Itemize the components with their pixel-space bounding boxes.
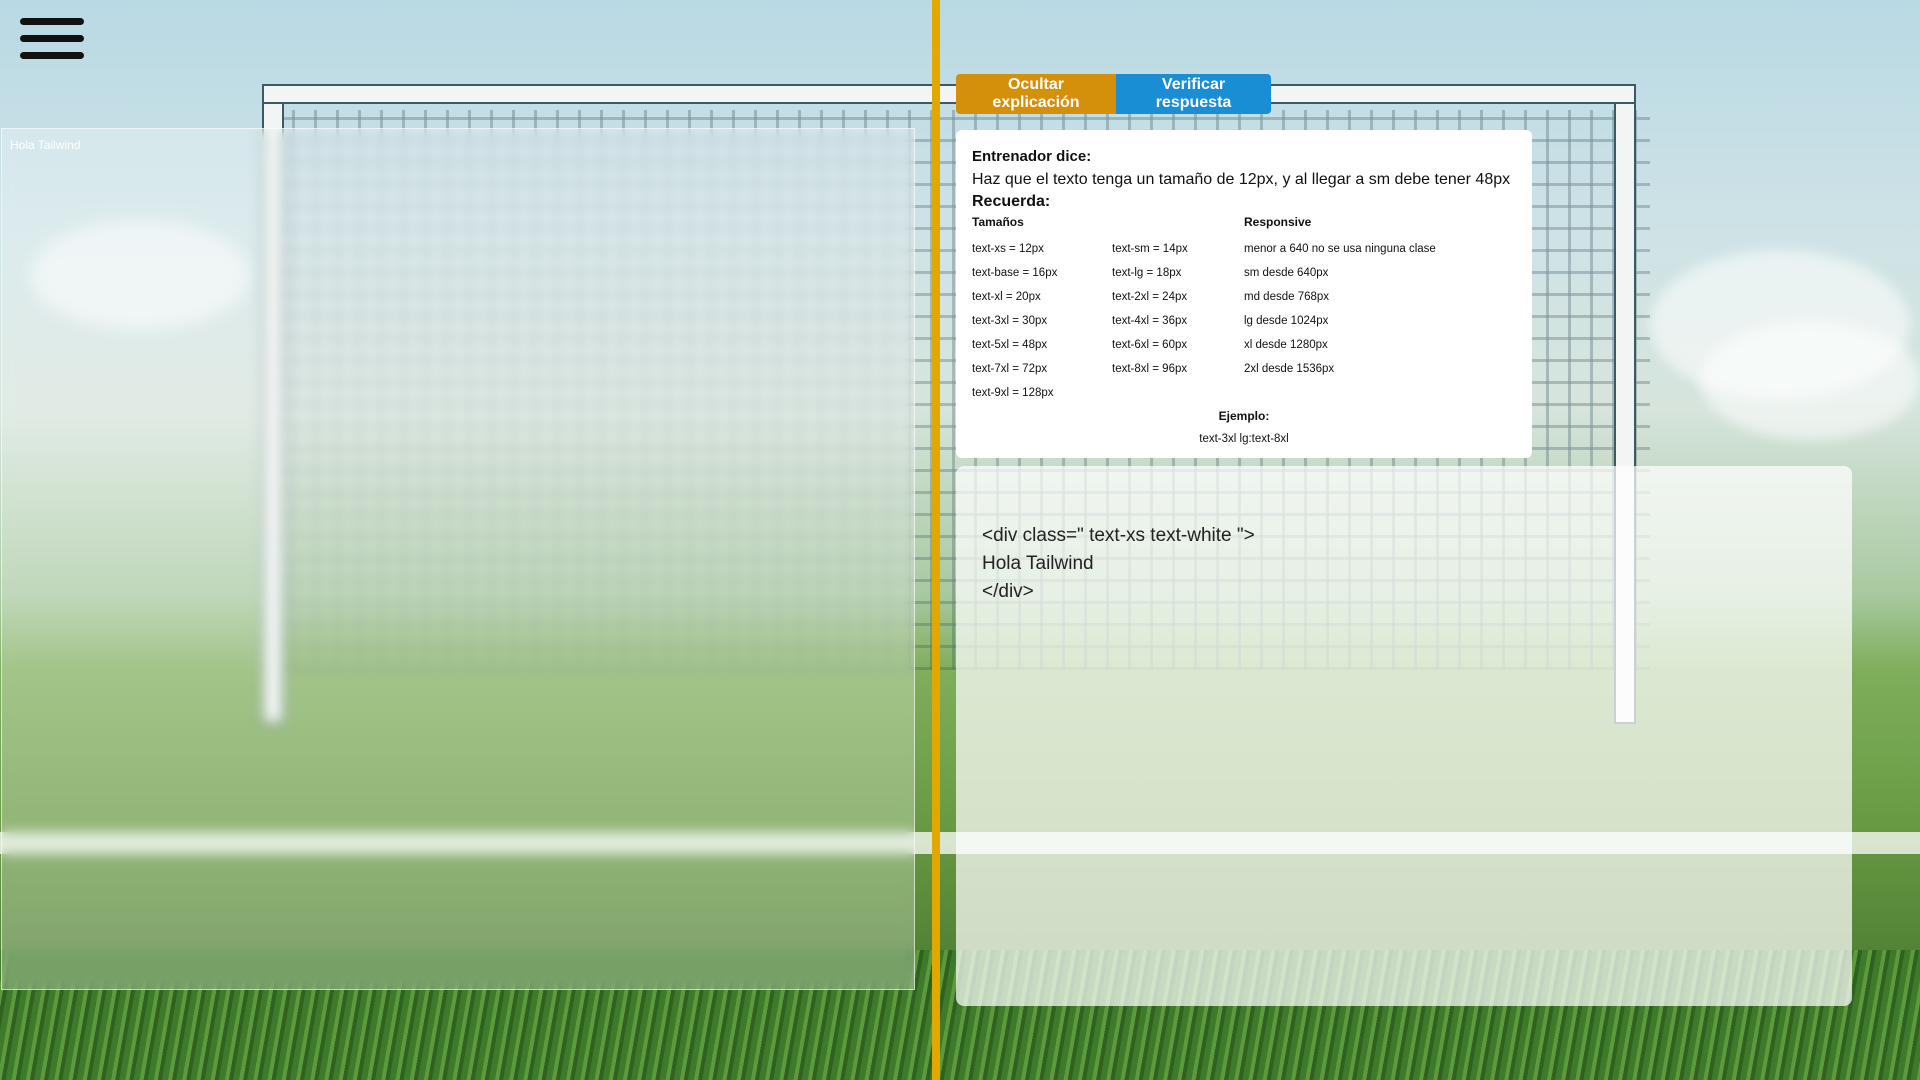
code-editor[interactable]: <div class=" text-xs text-white "> Hola … [956, 466, 1852, 1006]
size-item: text-6xl = 60px [1112, 339, 1188, 351]
explanation-card: Entrenador dice: Haz que el texto tenga … [956, 130, 1532, 458]
responsive-title: Responsive [1244, 215, 1312, 229]
size-item: text-3xl = 30px [972, 315, 1048, 327]
responsive-item: 2xl desde 1536px [1244, 363, 1335, 375]
size-item: text-xs = 12px [972, 243, 1044, 255]
hide-explanation-button[interactable]: Ocultar explicación [956, 74, 1116, 114]
size-item: text-4xl = 36px [1112, 315, 1188, 327]
responsive-item: lg desde 1024px [1244, 315, 1329, 327]
preview-panel: Hola Tailwind [1, 128, 915, 990]
size-item: text-2xl = 24px [1112, 291, 1188, 303]
coach-title: Entrenador dice: [972, 148, 1092, 165]
size-item: text-8xl = 96px [1112, 363, 1188, 375]
menu-bar [20, 35, 84, 42]
verify-answer-button[interactable]: Verificar respuesta [1116, 74, 1271, 114]
remember-title: Recuerda: [972, 193, 1051, 210]
menu-bar [20, 52, 84, 59]
code-line[interactable]: </div> [982, 578, 1826, 606]
responsive-column: Responsive menor a 640 no se usa ninguna… [1244, 215, 1504, 405]
split-divider[interactable] [932, 0, 940, 1080]
size-item: text-xl = 20px [972, 291, 1041, 303]
code-line[interactable]: Hola Tailwind [982, 550, 1826, 578]
responsive-item: md desde 768px [1244, 291, 1330, 303]
example-code: text-3xl lg:text-8xl [1199, 433, 1289, 445]
preview-text: Hola Tailwind [10, 138, 81, 152]
responsive-item: sm desde 640px [1244, 267, 1329, 279]
size-item: text-7xl = 72px [972, 363, 1048, 375]
size-item: text-base = 16px [972, 267, 1058, 279]
hamburger-menu-icon[interactable] [20, 18, 84, 66]
responsive-item: xl desde 1280px [1244, 339, 1328, 351]
code-line[interactable]: <div class=" text-xs text-white "> [982, 522, 1826, 550]
sizes-title: Tamaños [972, 215, 1024, 229]
sizes-column: Tamaños text-xs = 12px text-sm = 14px te… [972, 215, 1244, 405]
menu-bar [20, 18, 84, 25]
example-title: Ejemplo: [1218, 409, 1270, 423]
responsive-item: menor a 640 no se usa ninguna clase [1244, 243, 1436, 255]
size-item: text-lg = 18px [1112, 267, 1182, 279]
size-item: text-sm = 14px [1112, 243, 1188, 255]
size-item: text-5xl = 48px [972, 339, 1048, 351]
size-item: text-9xl = 128px [972, 387, 1054, 399]
task-description: Haz que el texto tenga un tamaño de 12px… [972, 171, 1511, 188]
